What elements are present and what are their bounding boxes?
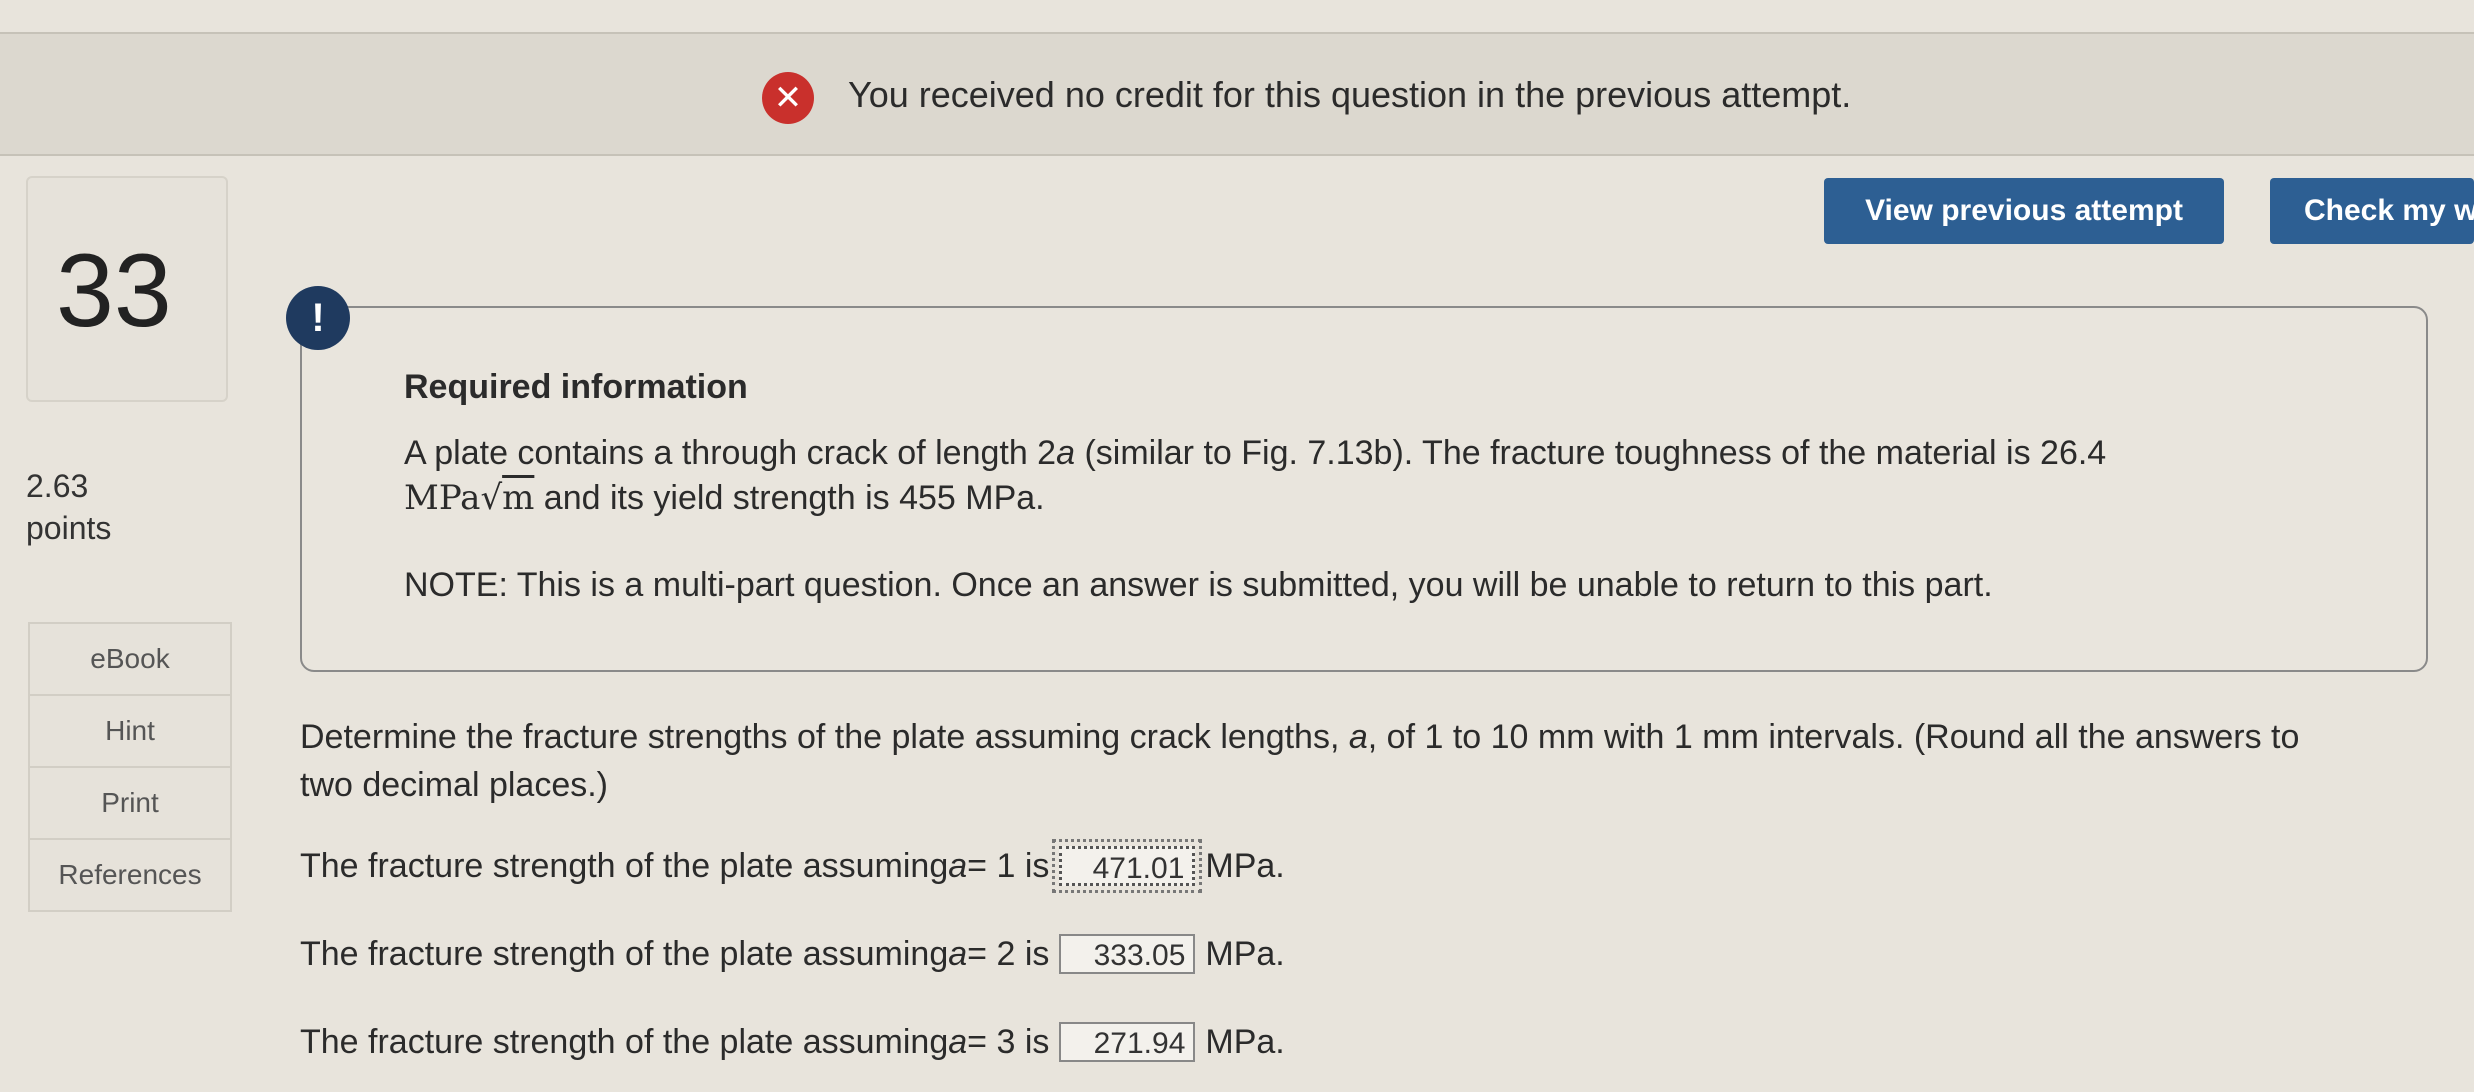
- prompt-text-a: Determine the fracture strengths of the …: [300, 718, 1349, 756]
- answer-eq: = 2 is: [967, 934, 1050, 973]
- info-line-1-rest: (similar to Fig. 7.13b). The fracture to…: [1075, 434, 2107, 472]
- answer-row-1: The fracture strength of the plate assum…: [300, 839, 1285, 893]
- question-tools-nav: eBook Hint Print References: [28, 622, 232, 912]
- info-unit-mpa: MPa: [404, 478, 481, 518]
- question-number: 33: [56, 233, 172, 349]
- info-sqrt-m: m: [502, 478, 535, 518]
- answer-eq: = 1 is: [967, 846, 1050, 885]
- answer-unit: MPa.: [1205, 846, 1285, 885]
- prompt-var-a: a: [1348, 718, 1368, 756]
- info-var-a: a: [1056, 434, 1076, 472]
- check-my-work-button[interactable]: Check my w: [2270, 178, 2474, 244]
- answer-prefix: The fracture strength of the plate assum…: [300, 1022, 949, 1061]
- previous-attempt-banner: ✕ You received no credit for this questi…: [0, 32, 2474, 156]
- prompt-text-b: , of 1 to 10 mm with 1 mm intervals. (Ro…: [1367, 718, 2300, 756]
- question-prompt-line-1: Determine the fracture strengths of the …: [300, 718, 2299, 757]
- question-prompt-line-2: two decimal places.): [300, 766, 609, 804]
- answer-unit: MPa.: [1205, 934, 1285, 973]
- answer-prefix: The fracture strength of the plate assum…: [300, 846, 949, 885]
- banner-message: You received no credit for this question…: [848, 74, 1852, 115]
- answer-eq: = 3 is: [967, 1022, 1050, 1061]
- points-label: points: [26, 510, 112, 546]
- points-value: 2.63: [26, 468, 89, 504]
- info-line-1-text: A plate contains a through crack of leng…: [404, 434, 1057, 472]
- info-line-1: A plate contains a through crack of leng…: [404, 434, 2106, 473]
- info-line-2-rest: and its yield strength is 455 MPa.: [534, 479, 1045, 517]
- info-title: Required information: [404, 368, 748, 406]
- answer-row-3: The fracture strength of the plate assum…: [300, 1022, 1285, 1062]
- answer-unit: MPa.: [1205, 1022, 1285, 1061]
- ebook-link[interactable]: eBook: [30, 624, 230, 696]
- answer-input-a3[interactable]: 271.94: [1059, 1022, 1196, 1062]
- answer-row-2: The fracture strength of the plate assum…: [300, 934, 1285, 974]
- answer-var: a: [948, 1022, 968, 1061]
- sqrt-symbol: √: [480, 478, 503, 518]
- answer-var: a: [948, 934, 968, 973]
- answer-var: a: [948, 846, 968, 885]
- answer-input-a1[interactable]: 471.01: [1052, 839, 1203, 893]
- print-link[interactable]: Print: [30, 768, 230, 840]
- references-link[interactable]: References: [30, 840, 230, 910]
- hint-link[interactable]: Hint: [30, 696, 230, 768]
- info-note: NOTE: This is a multi-part question. Onc…: [404, 566, 1993, 604]
- answer-prefix: The fracture strength of the plate assum…: [300, 934, 949, 973]
- answer-input-a2[interactable]: 333.05: [1059, 934, 1196, 974]
- view-previous-attempt-button[interactable]: View previous attempt: [1824, 178, 2224, 244]
- exclamation-icon: !: [286, 286, 350, 350]
- x-icon: ✕: [762, 72, 814, 124]
- info-line-2: MPa√m and its yield strength is 455 MPa.: [404, 478, 1045, 518]
